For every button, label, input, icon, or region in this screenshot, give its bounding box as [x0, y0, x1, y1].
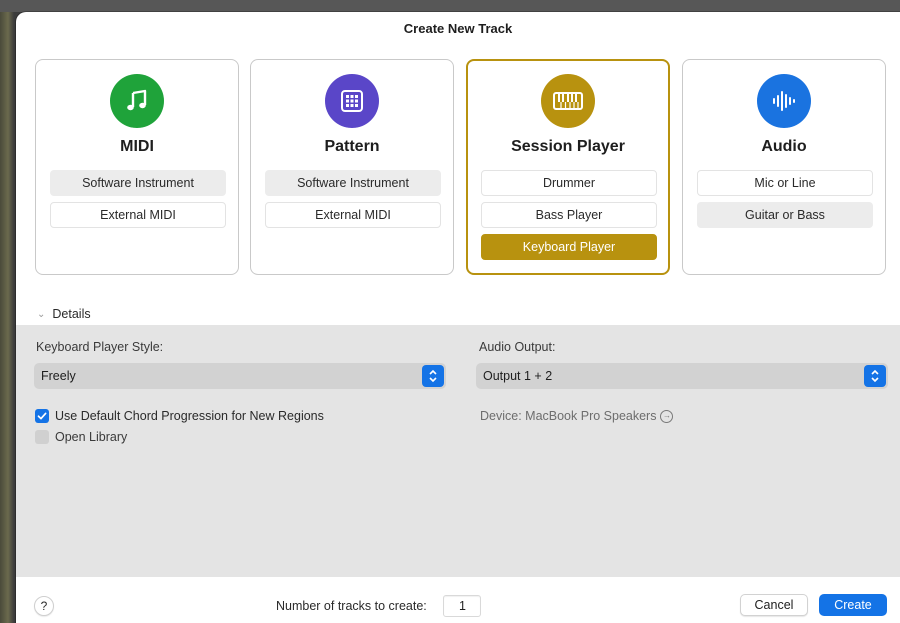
track-type-cards: MIDI Software Instrument External MIDI P… — [35, 59, 887, 277]
keyboard-player-style-value: Freely — [41, 369, 76, 383]
help-button[interactable]: ? — [34, 596, 54, 616]
keyboard-icon — [541, 74, 595, 128]
option-external-midi[interactable]: External MIDI — [50, 202, 226, 228]
audio-output-select[interactable]: Output 1 + 2 — [476, 363, 888, 389]
card-title-audio: Audio — [761, 138, 807, 155]
option-keyboard-player[interactable]: Keyboard Player — [481, 234, 657, 260]
details-label: Details — [52, 307, 91, 321]
select-stepper-icon — [422, 365, 444, 387]
arrow-right-circle-icon[interactable]: → — [660, 409, 674, 423]
chord-progression-checkbox-row[interactable]: Use Default Chord Progression for New Re… — [35, 409, 324, 423]
details-disclosure[interactable]: ⌄ Details — [37, 307, 91, 321]
waveform-icon — [757, 74, 811, 128]
audio-output-value: Output 1 + 2 — [483, 369, 553, 383]
checkbox-unchecked-icon[interactable] — [35, 430, 49, 444]
keyboard-player-style-select[interactable]: Freely — [34, 363, 446, 389]
card-pattern[interactable]: Pattern Software Instrument External MID… — [250, 59, 454, 275]
num-tracks-input[interactable]: 1 — [443, 595, 481, 617]
num-tracks-label: Number of tracks to create: — [276, 599, 427, 613]
create-new-track-dialog: Create New Track MIDI Software Instrumen… — [16, 12, 900, 623]
create-button[interactable]: Create — [819, 594, 887, 616]
card-session-player[interactable]: Session Player Drummer Bass Player Keybo… — [466, 59, 670, 275]
option-bass-player[interactable]: Bass Player — [481, 202, 657, 228]
dialog-title: Create New Track — [403, 21, 513, 36]
option-guitar-or-bass[interactable]: Guitar or Bass — [697, 202, 873, 228]
dialog-footer: ? Number of tracks to create: 1 Cancel C… — [16, 577, 900, 623]
card-title-session-player: Session Player — [511, 138, 625, 155]
card-midi[interactable]: MIDI Software Instrument External MIDI — [35, 59, 239, 275]
card-audio[interactable]: Audio Mic or Line Guitar or Bass — [682, 59, 886, 275]
option-software-instrument-pattern[interactable]: Software Instrument — [265, 170, 441, 196]
details-panel: Keyboard Player Style: Freely Audio Outp… — [16, 325, 900, 577]
device-info: Device: MacBook Pro Speakers → — [480, 409, 674, 423]
open-library-checkbox-row[interactable]: Open Library — [35, 430, 127, 444]
keyboard-player-style-label: Keyboard Player Style: — [36, 340, 164, 354]
cancel-button[interactable]: Cancel — [740, 594, 808, 616]
option-external-midi-pattern[interactable]: External MIDI — [265, 202, 441, 228]
select-stepper-icon — [864, 365, 886, 387]
audio-output-label: Audio Output: — [479, 340, 556, 354]
app-toolbar-strip — [0, 0, 900, 12]
grid-pad-icon — [325, 74, 379, 128]
chevron-down-icon: ⌄ — [37, 308, 46, 320]
option-software-instrument-midi[interactable]: Software Instrument — [50, 170, 226, 196]
chord-progression-label: Use Default Chord Progression for New Re… — [55, 409, 324, 423]
device-info-text: Device: MacBook Pro Speakers — [480, 409, 657, 423]
option-mic-or-line[interactable]: Mic or Line — [697, 170, 873, 196]
card-title-midi: MIDI — [120, 138, 154, 155]
music-note-icon — [110, 74, 164, 128]
option-drummer[interactable]: Drummer — [481, 170, 657, 196]
card-title-pattern: Pattern — [324, 138, 380, 155]
open-library-label: Open Library — [55, 430, 128, 444]
checkbox-checked-icon[interactable] — [35, 409, 49, 423]
